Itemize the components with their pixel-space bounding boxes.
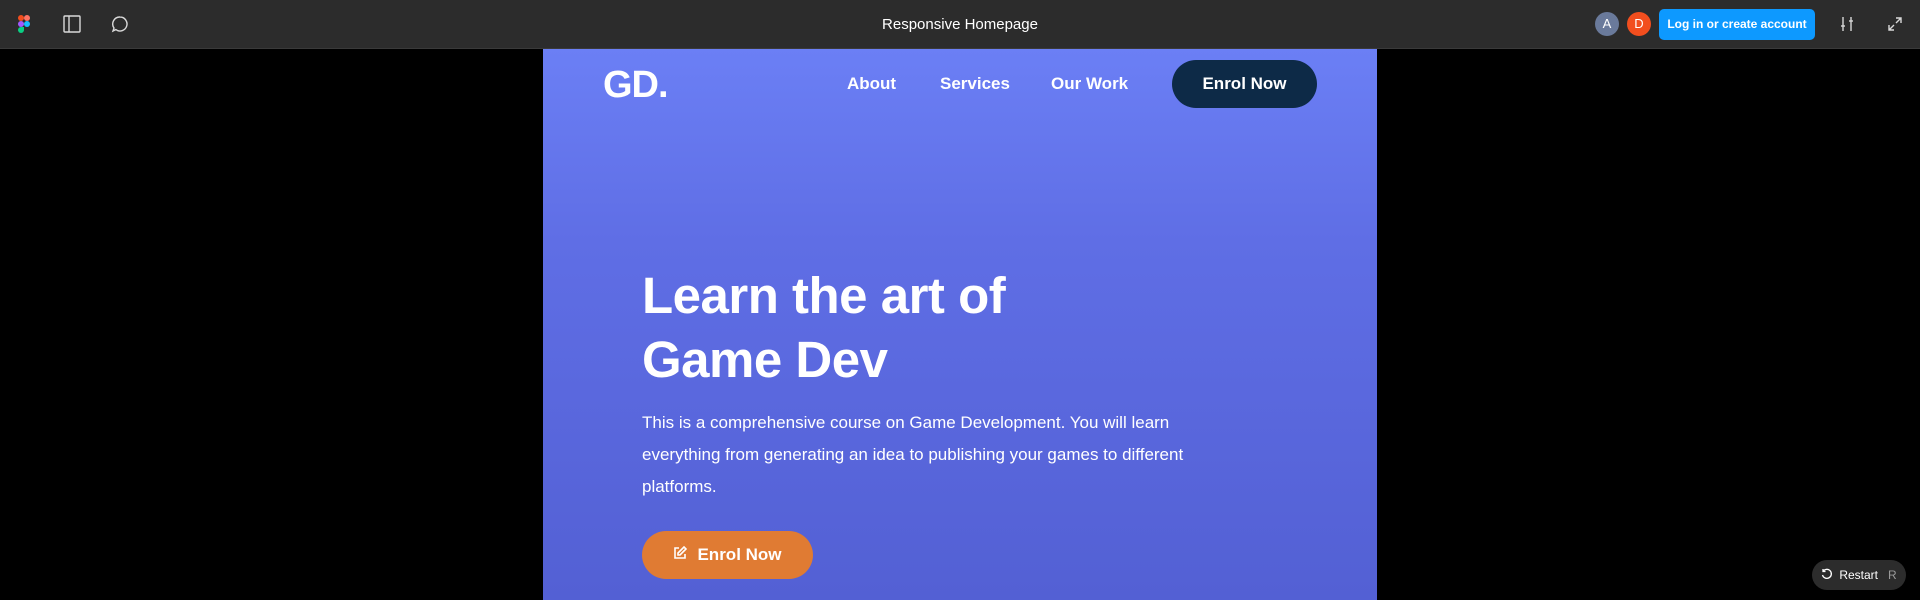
settings-sliders-icon[interactable]	[1835, 12, 1859, 36]
comment-icon[interactable]	[108, 12, 132, 36]
site-logo[interactable]: GD.	[603, 64, 669, 107]
hero-title: Learn the art of Game Dev	[642, 264, 1202, 392]
figma-logo-icon[interactable]	[12, 12, 36, 36]
prototype-toolbar: Responsive Homepage A D Log in or create…	[0, 0, 1920, 49]
hero-enrol-button[interactable]: Enrol Now	[642, 531, 813, 579]
file-title: Responsive Homepage	[882, 16, 1038, 33]
nav-about-link[interactable]: About	[847, 74, 896, 94]
login-button[interactable]: Log in or create account	[1659, 9, 1815, 40]
homepage-frame: GD. About Services Our Work Enrol Now Le…	[543, 49, 1377, 600]
restart-icon	[1821, 568, 1833, 583]
restart-button[interactable]: Restart R	[1812, 560, 1906, 590]
nav-our-work-link[interactable]: Our Work	[1051, 74, 1128, 94]
expand-icon[interactable]	[1883, 12, 1907, 36]
restart-shortcut-key: R	[1888, 568, 1897, 582]
hero-title-line: Learn the art of	[642, 267, 1006, 324]
hero-description: This is a comprehensive course on Game D…	[642, 413, 1184, 496]
hero-title-line: Game Dev	[642, 331, 888, 388]
avatar[interactable]: D	[1627, 12, 1651, 36]
edit-icon	[673, 545, 688, 565]
restart-label: Restart	[1839, 568, 1878, 582]
nav-services-link[interactable]: Services	[940, 74, 1010, 94]
avatar[interactable]: A	[1595, 12, 1619, 36]
nav-enrol-button[interactable]: Enrol Now	[1172, 60, 1317, 108]
hero-enrol-label: Enrol Now	[697, 545, 782, 564]
sidebar-toggle-icon[interactable]	[60, 12, 84, 36]
